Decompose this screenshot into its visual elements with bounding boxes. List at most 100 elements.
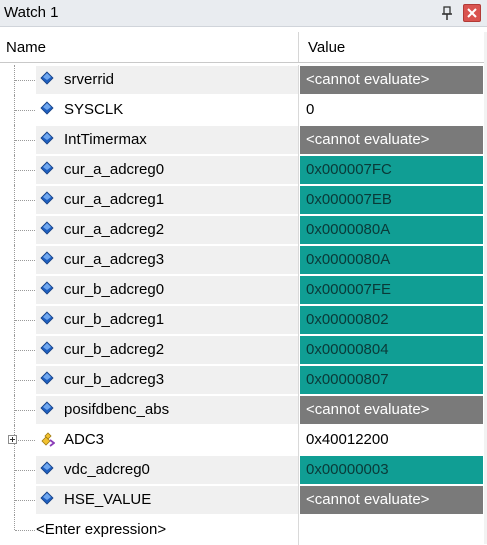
variable-name: SYSCLK <box>64 101 124 118</box>
name-cell[interactable]: cur_a_adcreg2 <box>36 216 298 244</box>
variable-name: srverrid <box>64 71 115 88</box>
name-cell[interactable]: cur_a_adcreg3 <box>36 246 298 274</box>
variable-diamond-icon <box>40 251 54 265</box>
name-cell[interactable]: IntTimermax <box>36 126 298 154</box>
value-cell[interactable]: <cannot evaluate> <box>300 126 483 154</box>
value-cell[interactable]: 0x40012200 <box>300 426 483 454</box>
value-cell[interactable]: 0x000007FE <box>300 276 483 304</box>
name-column-header[interactable]: Name <box>6 39 46 56</box>
name-cell[interactable]: vdc_adcreg0 <box>36 456 298 484</box>
tree-line <box>14 515 15 530</box>
value-cell[interactable]: 0x00000807 <box>300 366 483 394</box>
value-cell[interactable]: <cannot evaluate> <box>300 66 483 94</box>
watch-row[interactable]: srverrid <cannot evaluate> <box>0 65 487 95</box>
value-cell[interactable]: 0x00000804 <box>300 336 483 364</box>
watch-row[interactable]: cur_a_adcreg1 0x000007EB <box>0 185 487 215</box>
watch-row[interactable]: vdc_adcreg0 0x00000003 <box>0 455 487 485</box>
variable-name: cur_a_adcreg0 <box>64 161 165 178</box>
value-cell[interactable]: <cannot evaluate> <box>300 486 483 514</box>
column-divider <box>298 335 299 365</box>
column-divider[interactable] <box>298 32 299 62</box>
enter-expression-row[interactable]: <Enter expression> <box>0 515 487 545</box>
name-cell[interactable]: cur_b_adcreg0 <box>36 276 298 304</box>
variable-diamond-icon <box>40 71 54 85</box>
column-divider <box>298 185 299 215</box>
watch-row[interactable]: cur_b_adcreg0 0x000007FE <box>0 275 487 305</box>
column-divider <box>298 395 299 425</box>
column-divider <box>298 305 299 335</box>
variable-diamond-icon <box>40 401 54 415</box>
watch-row[interactable]: cur_b_adcreg1 0x00000802 <box>0 305 487 335</box>
name-cell[interactable]: cur_a_adcreg0 <box>36 156 298 184</box>
watch-list: srverrid <cannot evaluate> SYSCLK 0 IntTimer… <box>0 65 487 545</box>
variable-name: cur_a_adcreg2 <box>64 221 165 238</box>
tree-line <box>15 260 35 261</box>
variable-diamond-icon <box>40 101 54 115</box>
variable-diamond-icon <box>40 161 54 175</box>
name-cell[interactable]: cur_b_adcreg3 <box>36 366 298 394</box>
column-divider <box>298 125 299 155</box>
tree-line <box>15 500 35 501</box>
column-divider <box>298 455 299 485</box>
value-cell[interactable]: 0x0000080A <box>300 246 483 274</box>
column-divider <box>298 65 299 95</box>
column-header: Name Value <box>0 32 487 63</box>
watch-row[interactable]: cur_a_adcreg0 0x000007FC <box>0 155 487 185</box>
value-cell[interactable]: 0x0000080A <box>300 216 483 244</box>
close-button[interactable] <box>463 4 481 22</box>
name-cell[interactable]: posifdbenc_abs <box>36 396 298 424</box>
name-cell[interactable]: cur_b_adcreg2 <box>36 336 298 364</box>
variable-diamond-icon <box>40 281 54 295</box>
tree-line <box>15 380 35 381</box>
name-cell[interactable]: cur_a_adcreg1 <box>36 186 298 214</box>
variable-diamond-icon <box>40 341 54 355</box>
watch-row[interactable]: cur_b_adcreg3 0x00000807 <box>0 365 487 395</box>
watch-row[interactable]: cur_a_adcreg2 0x0000080A <box>0 215 487 245</box>
watch-row[interactable]: cur_b_adcreg2 0x00000804 <box>0 335 487 365</box>
tree-line <box>15 110 35 111</box>
variable-diamond-icon <box>40 191 54 205</box>
variable-name: cur_a_adcreg1 <box>64 191 165 208</box>
watch-row[interactable]: HSE_VALUE <cannot evaluate> <box>0 485 487 515</box>
column-divider <box>298 275 299 305</box>
value-cell[interactable]: 0x000007FC <box>300 156 483 184</box>
tree-line <box>15 290 35 291</box>
tree-line <box>15 140 35 141</box>
expand-toggle[interactable] <box>8 435 17 444</box>
enter-expression-input[interactable]: <Enter expression> <box>36 521 166 538</box>
value-column-header[interactable]: Value <box>308 39 345 56</box>
window-title: Watch 1 <box>4 4 59 21</box>
variable-diamond-icon <box>40 131 54 145</box>
value-cell[interactable]: 0x00000802 <box>300 306 483 334</box>
tree-line <box>15 470 35 471</box>
value-cell[interactable]: <cannot evaluate> <box>300 396 483 424</box>
tree-line <box>15 320 35 321</box>
value-cell[interactable]: 0x00000003 <box>300 456 483 484</box>
value-cell[interactable]: 0 <box>300 96 483 124</box>
watch-row[interactable]: IntTimermax <cannot evaluate> <box>0 125 487 155</box>
watch-row[interactable]: posifdbenc_abs <cannot evaluate> <box>0 395 487 425</box>
tree-line <box>15 440 35 441</box>
name-cell[interactable]: HSE_VALUE <box>36 486 298 514</box>
watch-row[interactable]: ADC3 0x40012200 <box>0 425 487 455</box>
tree-line <box>15 410 35 411</box>
variable-name: cur_a_adcreg3 <box>64 251 165 268</box>
watch-row[interactable]: SYSCLK 0 <box>0 95 487 125</box>
tree-line <box>15 200 35 201</box>
value-cell[interactable]: 0x000007EB <box>300 186 483 214</box>
name-cell[interactable]: ADC3 <box>36 426 298 454</box>
column-divider <box>298 95 299 125</box>
variable-name: cur_b_adcreg3 <box>64 371 165 388</box>
name-cell[interactable]: srverrid <box>36 66 298 94</box>
variable-diamond-icon <box>40 371 54 385</box>
watch-window-titlebar: Watch 1 <box>0 0 487 27</box>
column-divider <box>298 485 299 515</box>
variable-diamond-icon <box>40 461 54 475</box>
close-icon <box>467 8 477 18</box>
tree-line <box>15 80 35 81</box>
name-cell[interactable]: cur_b_adcreg1 <box>36 306 298 334</box>
variable-name: HSE_VALUE <box>64 491 152 508</box>
watch-row[interactable]: cur_a_adcreg3 0x0000080A <box>0 245 487 275</box>
name-cell[interactable]: SYSCLK <box>36 96 298 124</box>
pin-icon[interactable] <box>440 5 454 21</box>
